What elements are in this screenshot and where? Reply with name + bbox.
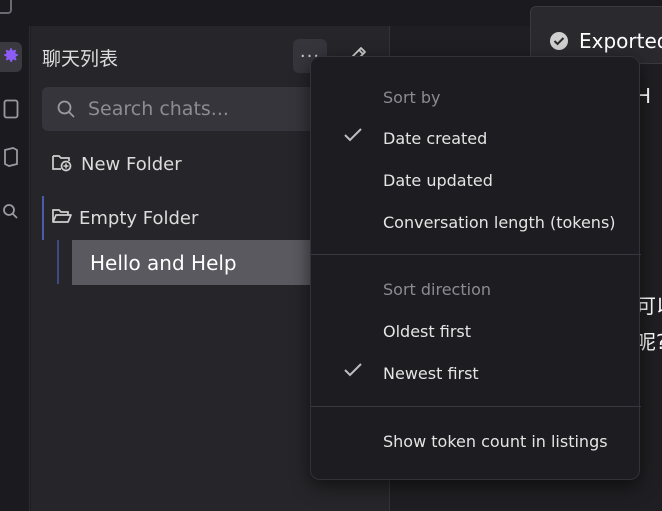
menu-divider (311, 406, 641, 407)
activity-library[interactable] (0, 144, 22, 174)
activity-search[interactable] (0, 198, 22, 228)
menu-item-conversation-length[interactable]: Conversation length (tokens) (383, 213, 616, 232)
tree-guide (42, 196, 44, 240)
new-folder-label: New Folder (81, 154, 182, 175)
folder-label: Empty Folder (79, 208, 199, 229)
menu-item-date-created[interactable]: Date created (383, 129, 487, 148)
folder-open-icon (51, 206, 73, 231)
folder-item[interactable]: Empty Folder (51, 206, 198, 231)
menu-divider (311, 254, 641, 255)
activity-files[interactable] (0, 96, 22, 126)
file-icon (3, 99, 19, 123)
sort-direction-label: Sort direction (383, 280, 491, 299)
menu-item-show-token-count[interactable]: Show token count in listings (383, 432, 608, 451)
checkmark-icon (343, 362, 363, 382)
chat-item-label: Hello and Help (90, 250, 237, 275)
sidebar-title: 聊天列表 (42, 48, 119, 70)
check-circle-icon (549, 31, 569, 55)
folder-plus-icon (51, 152, 73, 177)
sort-menu: Sort by Date created Date updated Conver… (310, 56, 641, 480)
tree-guide (57, 240, 59, 284)
activity-chat-settings[interactable] (0, 42, 22, 72)
gear-icon (2, 46, 20, 68)
window-control-icon[interactable] (0, 0, 12, 14)
sort-by-label: Sort by (383, 88, 441, 107)
activity-bar (0, 26, 30, 511)
search-icon (56, 99, 76, 123)
search-box (42, 87, 332, 131)
menu-item-date-updated[interactable]: Date updated (383, 171, 493, 190)
search-file-icon (2, 201, 20, 225)
search-input[interactable] (88, 87, 318, 131)
checkmark-icon (343, 127, 363, 147)
menu-item-newest-first[interactable]: Newest first (383, 364, 479, 383)
notice-text: Exported (579, 29, 662, 53)
book-icon (3, 147, 19, 171)
menu-item-oldest-first[interactable]: Oldest first (383, 322, 471, 341)
new-folder-button[interactable]: New Folder (51, 152, 182, 177)
